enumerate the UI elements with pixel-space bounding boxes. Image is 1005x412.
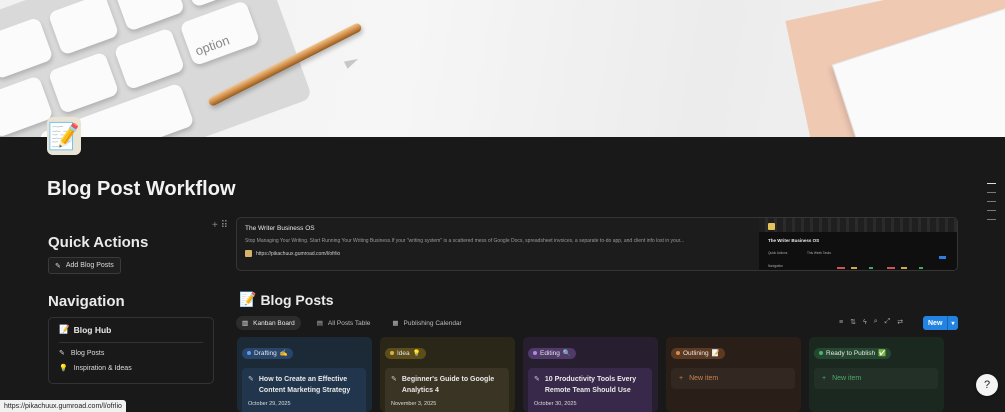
page-title: Blog Post Workflow [47,178,236,200]
page-icon: ✎ [391,376,397,383]
page-outline[interactable] [987,183,996,228]
new-button[interactable]: New ▾ [923,316,958,330]
filter-icon[interactable]: ≡ [839,319,843,326]
database-toolbar: ≡ ⇅ ϟ ⌕ ⤢ ⇄ [839,318,903,326]
edit-icon: ✎ [55,262,61,270]
board-icon: ▥ [242,320,249,327]
nav-link-blog-posts[interactable]: ✎ Blog Posts [59,349,203,358]
table-icon: ▤ [316,320,323,327]
bookmark-url: https://pikachuux.gumroad.com/l/ofrlio [256,250,341,257]
bookmark-description: Stop Managing Your Writing. Start Runnin… [245,238,685,244]
status-dot-icon [676,351,680,355]
status-badge[interactable]: Ready to Publish ✅ [814,347,892,359]
settings-icon[interactable]: ⇄ [897,318,903,326]
status-badge[interactable]: Drafting ✍ [242,347,293,359]
card-title: Beginner's Guide to Google Analytics 4 [401,376,495,394]
bookmark-thumbnail: The Writer Business OS Quick Actions Nav… [759,218,957,270]
sort-icon[interactable]: ⇅ [850,318,856,326]
favicon-icon [245,250,252,257]
memo-icon: 📝 [239,291,257,307]
plus-icon: + [822,375,827,382]
quick-actions-heading: Quick Actions [48,234,149,251]
status-badge[interactable]: Outlining 📝 [671,347,725,359]
cover-image: option mand [0,0,1005,137]
navigation-box: 📝 Blog Hub ✎ Blog Posts 💡 Inspiration & … [48,317,214,384]
status-badge[interactable]: Idea 💡 [385,347,426,359]
page-icon: ✎ [534,376,540,383]
memo-icon[interactable]: 📝 [47,117,81,155]
plus-icon: + [679,375,684,382]
card-title: How to Create an Effective Content Marke… [258,376,351,394]
divider [59,342,203,343]
help-icon: ? [983,379,991,391]
kanban-card[interactable]: ✎ Beginner's Guide to Google Analytics 4 N… [385,368,509,412]
kanban-card[interactable]: ✎ How to Create an Effective Content Mark… [242,368,366,412]
tab-all-posts-table[interactable]: ▤ All Posts Table [311,316,377,330]
bookmark-card[interactable]: The Writer Business OS Stop Managing You… [236,217,958,271]
add-blog-posts-button[interactable]: ✎ Add Blog Posts [48,257,121,274]
add-block-drag-handle[interactable]: + ⠿ [212,220,228,231]
thumb-logo-icon [768,223,775,230]
status-dot-icon [533,351,537,355]
card-date: November 3, 2025 [391,401,437,407]
blog-hub-link[interactable]: 📝 Blog Hub [59,324,203,335]
new-item-button[interactable]: + New item [671,368,795,389]
edit-icon: ✎ [59,350,65,357]
chevron-down-icon[interactable]: ▾ [947,316,958,330]
tab-publishing-calendar[interactable]: ▦ Publishing Calendar [386,316,467,330]
page-icon: ✎ [248,376,254,383]
new-item-button[interactable]: + New item [814,368,938,389]
card-title: 10 Productivity Tools Every Remote Team … [544,376,637,394]
status-dot-icon [247,351,251,355]
help-button[interactable]: ? [976,374,998,396]
kanban-column: Editing 🔍 ✎ 10 Productivity Tools Every Rem… [523,337,658,412]
navigation-heading: Navigation [48,293,125,310]
view-tabs: ▥ Kanban Board ▤ All Posts Table ▦ Publi… [236,316,468,330]
card-date: October 30, 2025 [534,401,577,407]
tab-kanban-board[interactable]: ▥ Kanban Board [236,316,301,330]
bookmark-title: The Writer Business OS [245,225,315,232]
expand-icon[interactable]: ⤢ [885,318,891,326]
kanban-card[interactable]: ✎ 10 Productivity Tools Every Remote Team… [528,368,652,412]
lightbulb-icon: 💡 [59,365,68,372]
calendar-icon: ▦ [392,320,399,327]
option-key: option [179,0,261,67]
automation-icon[interactable]: ϟ [863,319,867,326]
status-badge[interactable]: Editing 🔍 [528,347,576,359]
memo-icon: 📝 [59,324,70,334]
search-icon[interactable]: ⌕ [874,318,878,326]
status-dot-icon [819,351,823,355]
blog-posts-heading[interactable]: 📝 Blog Posts [239,291,334,308]
kanban-column: Idea 💡 ✎ Beginner's Guide to Google Analyti… [380,337,515,412]
status-bar-url: https://pikachuux.gumroad.com/l/ofrlio [0,400,126,412]
card-date: October 29, 2025 [248,401,291,407]
kanban-column: Drafting ✍ ✎ How to Create an Effective Con… [237,337,372,412]
kanban-column: Ready to Publish ✅ + New item [809,337,944,412]
kanban-column: Outlining 📝 + New item [666,337,801,412]
nav-link-inspiration[interactable]: 💡 Inspiration & Ideas [59,364,203,373]
status-dot-icon [390,351,394,355]
